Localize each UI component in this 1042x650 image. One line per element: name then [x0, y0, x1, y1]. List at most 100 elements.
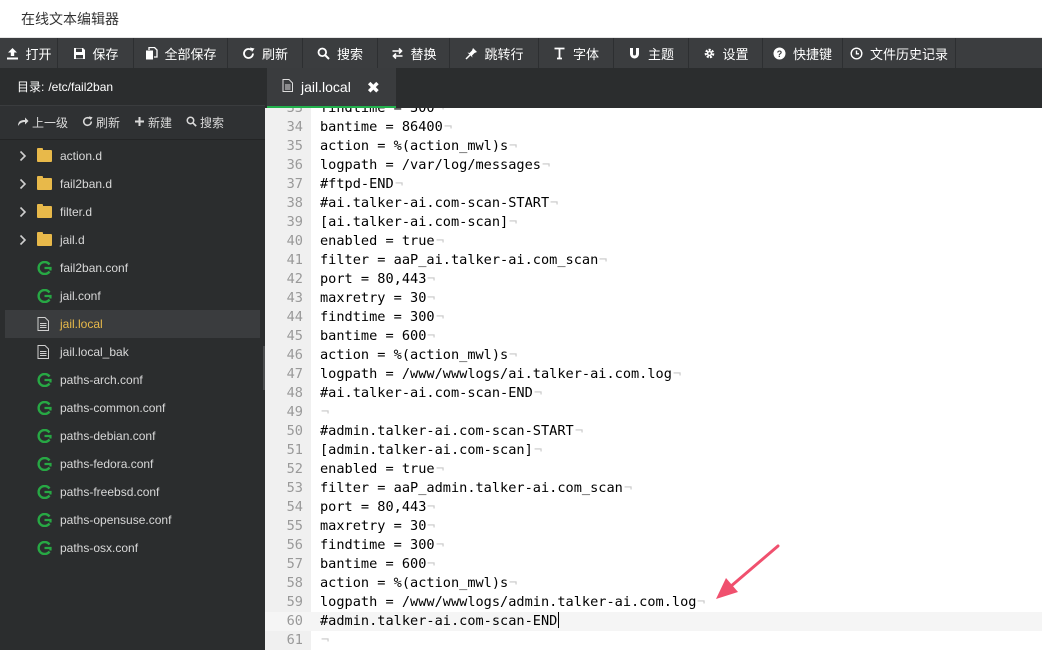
- tree-file[interactable]: paths-debian.conf: [0, 422, 265, 450]
- toolbar-button-5[interactable]: 替换: [378, 38, 450, 68]
- toolbar-button-9[interactable]: 设置: [689, 38, 763, 68]
- tree-file[interactable]: paths-arch.conf: [0, 366, 265, 394]
- tree-folder[interactable]: filter.d: [0, 198, 265, 226]
- code-line[interactable]: 47 logpath = /www/wwwlogs/ai.talker-ai.co…: [265, 365, 1042, 384]
- sidebar-action-1[interactable]: 刷新: [82, 114, 120, 131]
- code-line[interactable]: 57 bantime = 600 ¬: [265, 555, 1042, 574]
- code-line[interactable]: 38 #ai.talker-ai.com-scan-START ¬: [265, 194, 1042, 213]
- tree-file[interactable]: paths-opensuse.conf: [0, 506, 265, 534]
- toolbar-button-2[interactable]: 全部保存: [134, 38, 228, 68]
- folder-icon: [37, 148, 52, 163]
- toolbar-button-0[interactable]: 打开: [0, 38, 58, 68]
- tree-folder[interactable]: fail2ban.d: [0, 170, 265, 198]
- code-line[interactable]: 45 bantime = 600 ¬: [265, 327, 1042, 346]
- line-number: 47: [286, 366, 303, 382]
- tree-item-label: paths-fedora.conf: [60, 457, 154, 471]
- tree-file[interactable]: paths-common.conf: [0, 394, 265, 422]
- toolbar-button-8[interactable]: 主题: [614, 38, 689, 68]
- code-line[interactable]: 50 #admin.talker-ai.com-scan-START ¬: [265, 422, 1042, 441]
- line-number: 51: [286, 442, 303, 458]
- code-line[interactable]: 49 ¬: [265, 403, 1042, 422]
- tree-file[interactable]: jail.local_bak: [0, 338, 265, 366]
- chevron-right-icon[interactable]: [19, 150, 27, 162]
- toolbar-button-3[interactable]: 刷新: [228, 38, 303, 68]
- tree-item-label: paths-opensuse.conf: [60, 513, 172, 527]
- window-title: 在线文本编辑器: [21, 11, 119, 27]
- toolbar-button-6[interactable]: 跳转行: [450, 38, 539, 68]
- toolbar-button-7[interactable]: 字体: [539, 38, 614, 68]
- code-editor[interactable]: 33 findtime = 300 ¬ 34 bantime = 86400 ¬ 35 act…: [265, 108, 1042, 650]
- toolbar-button-4[interactable]: 搜索: [303, 38, 378, 68]
- tree-file[interactable]: paths-fedora.conf: [0, 450, 265, 478]
- code-line[interactable]: 53 filter = aaP_admin.talker-ai.com_scan ¬: [265, 479, 1042, 498]
- code-line[interactable]: 33 findtime = 300 ¬: [265, 108, 1042, 118]
- line-number: 40: [286, 233, 303, 249]
- config-file-icon: [37, 456, 52, 472]
- close-icon[interactable]: ✖: [367, 78, 380, 98]
- code-line[interactable]: 35 action = %(action_mwl)s ¬: [265, 137, 1042, 156]
- code-line[interactable]: 40 enabled = true ¬: [265, 232, 1042, 251]
- tree-file[interactable]: jail.conf: [0, 282, 265, 310]
- line-end-marker: ¬: [444, 119, 453, 135]
- toolbar-button-10[interactable]: ? 快捷键: [763, 38, 843, 68]
- code-line[interactable]: 61 ¬: [265, 631, 1042, 650]
- sidebar-action-label: 上一级: [32, 116, 69, 130]
- code-line[interactable]: 51 [admin.talker-ai.com-scan] ¬: [265, 441, 1042, 460]
- config-file-icon: [37, 372, 52, 388]
- toolbar-button-11[interactable]: 文件历史记录: [843, 38, 956, 68]
- toolbar-button-label: 主题: [647, 46, 674, 62]
- tab-jail-local[interactable]: jail.local ✖: [267, 68, 396, 108]
- sidebar-action-2[interactable]: 新建: [134, 114, 172, 131]
- chevron-right-icon[interactable]: [19, 234, 27, 246]
- line-text: filter = aaP_ai.talker-ai.com_scan: [320, 252, 599, 268]
- line-end-marker: ¬: [599, 252, 608, 268]
- line-number: 55: [286, 518, 303, 534]
- chevron-right-icon[interactable]: [19, 178, 27, 190]
- code-line[interactable]: 54 port = 80,443 ¬: [265, 498, 1042, 517]
- tree-folder[interactable]: action.d: [0, 142, 265, 170]
- line-text: bantime = 86400: [320, 119, 443, 135]
- line-text: [ai.talker-ai.com-scan]: [320, 214, 509, 230]
- code-line[interactable]: 39 [ai.talker-ai.com-scan] ¬: [265, 213, 1042, 232]
- code-line[interactable]: 46 action = %(action_mwl)s ¬: [265, 346, 1042, 365]
- tree-item-label: jail.local: [60, 317, 103, 331]
- code-line[interactable]: 43 maxretry = 30 ¬: [265, 289, 1042, 308]
- code-line[interactable]: 34 bantime = 86400 ¬: [265, 118, 1042, 137]
- tree-file[interactable]: jail.local: [5, 310, 260, 338]
- code-line[interactable]: 48 #ai.talker-ai.com-scan-END ¬: [265, 384, 1042, 403]
- code-line[interactable]: 60 #admin.talker-ai.com-scan-END: [265, 612, 1042, 631]
- editor-toolbar: 打开 保存 全部保存 刷新 搜索 替换 跳转行 字体 主题 设置? 快捷键 文件历史记录: [0, 38, 1042, 68]
- line-number: 35: [286, 138, 303, 154]
- code-line[interactable]: 55 maxretry = 30 ¬: [265, 517, 1042, 536]
- code-line[interactable]: 56 findtime = 300 ¬: [265, 536, 1042, 555]
- code-line[interactable]: 44 findtime = 300 ¬: [265, 308, 1042, 327]
- toolbar-button-1[interactable]: 保存: [58, 38, 134, 68]
- code-line[interactable]: 52 enabled = true ¬: [265, 460, 1042, 479]
- tree-item-label: filter.d: [60, 205, 93, 219]
- sidebar-action-3[interactable]: 搜索: [186, 114, 224, 131]
- tree-file[interactable]: fail2ban.conf: [0, 254, 265, 282]
- copy-icon: [144, 46, 158, 60]
- line-end-marker: ¬: [542, 157, 551, 173]
- sidebar-action-label: 搜索: [200, 116, 225, 130]
- code-line[interactable]: 59 logpath = /www/wwwlogs/admin.talker-ai…: [265, 593, 1042, 612]
- code-line[interactable]: 42 port = 80,443 ¬: [265, 270, 1042, 289]
- chevron-right-icon[interactable]: [19, 206, 27, 218]
- code-line[interactable]: 36 logpath = /var/log/messages ¬: [265, 156, 1042, 175]
- line-end-marker: ¬: [509, 347, 518, 363]
- code-line[interactable]: 37 #ftpd-END ¬: [265, 175, 1042, 194]
- code-line[interactable]: 41 filter = aaP_ai.talker-ai.com_scan ¬: [265, 251, 1042, 270]
- tree-file[interactable]: paths-osx.conf: [0, 534, 265, 562]
- tree-file[interactable]: paths-freebsd.conf: [0, 478, 265, 506]
- code-line[interactable]: 58 action = %(action_mwl)s ¬: [265, 574, 1042, 593]
- config-file-icon: [37, 512, 52, 528]
- magnet-icon: [628, 46, 642, 60]
- line-end-marker: ¬: [427, 290, 436, 306]
- floppy-icon: [72, 46, 86, 60]
- search-icon: [186, 116, 197, 130]
- sidebar-action-0[interactable]: 上一级: [17, 114, 68, 131]
- line-end-marker: ¬: [575, 423, 584, 439]
- sidebar-actions: 上一级 刷新 新建 搜索: [0, 106, 265, 140]
- tree-folder[interactable]: jail.d: [0, 226, 265, 254]
- line-text: maxretry = 30: [320, 518, 427, 534]
